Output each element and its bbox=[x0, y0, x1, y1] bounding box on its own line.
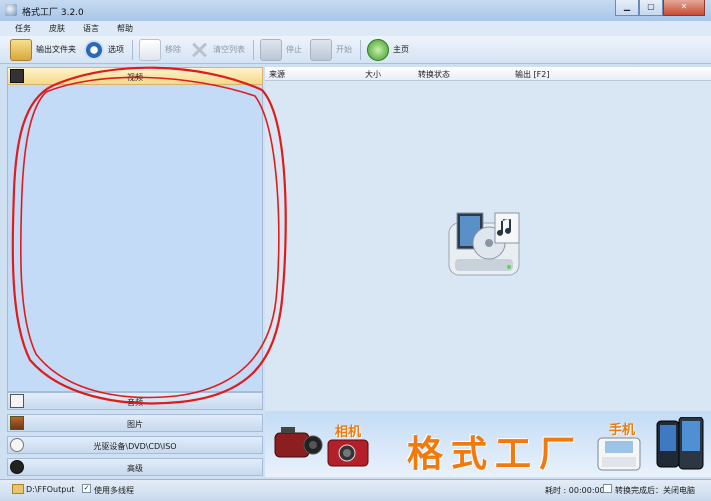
remove-label: 移除 bbox=[165, 45, 181, 54]
column-source[interactable]: 来源 bbox=[269, 69, 285, 80]
window-controls: ▁ ▢ ✕ bbox=[615, 0, 705, 16]
multithread-checkbox[interactable]: ✓ bbox=[82, 484, 91, 493]
app-window: 格式工厂 3.2.0 ▁ ▢ ✕ 任务 皮肤 语言 帮助 输出文件夹 选项 移除… bbox=[0, 0, 711, 501]
promo-banner: 相机 格式工厂 手机 bbox=[265, 411, 711, 477]
digital-camera-icon bbox=[327, 439, 369, 467]
output-path[interactable]: D:\FFOutput bbox=[26, 485, 75, 494]
folder-icon bbox=[12, 484, 24, 494]
output-folder-button[interactable]: 输出文件夹 bbox=[10, 38, 76, 62]
task-list-header: 来源 大小 转换状态 输出 [F2] bbox=[265, 67, 711, 81]
menu-help[interactable]: 帮助 bbox=[108, 21, 142, 36]
after-convert-label: 转换完成后：关闭电脑 bbox=[615, 486, 695, 495]
toolbar-separator bbox=[360, 39, 361, 60]
title-bar: 格式工厂 3.2.0 ▁ ▢ ✕ bbox=[0, 0, 711, 22]
window-title: 格式工厂 3.2.0 bbox=[22, 8, 84, 18]
column-output[interactable]: 输出 [F2] bbox=[515, 69, 549, 80]
category-advanced-label: 高级 bbox=[127, 464, 143, 473]
task-list[interactable]: 来源 大小 转换状态 输出 [F2] bbox=[265, 67, 711, 411]
elapsed-time: 耗时 : 00:00:00 bbox=[545, 486, 605, 495]
column-status[interactable]: 转换状态 bbox=[418, 69, 450, 80]
smartphone-icon bbox=[656, 417, 704, 470]
menu-language[interactable]: 语言 bbox=[74, 21, 108, 36]
banner-brand-text: 格式工厂 bbox=[407, 433, 584, 475]
stop-icon bbox=[260, 38, 282, 61]
clear-x-icon bbox=[189, 40, 209, 60]
clear-list-button[interactable]: 清空列表 bbox=[189, 38, 245, 62]
category-disc-label: 光驱设备\DVD\CD\ISO bbox=[93, 442, 177, 451]
close-button[interactable]: ✕ bbox=[663, 0, 705, 16]
options-icon bbox=[84, 39, 104, 60]
clear-list-label: 清空列表 bbox=[213, 45, 245, 54]
output-folder-label: 输出文件夹 bbox=[36, 45, 76, 54]
multithread-label: 使用多线程 bbox=[94, 486, 134, 495]
home-label: 主页 bbox=[393, 45, 409, 54]
category-disc[interactable]: 光驱设备\DVD\CD\ISO bbox=[7, 436, 263, 454]
options-button[interactable]: 选项 bbox=[84, 38, 124, 62]
folder-icon bbox=[10, 38, 32, 61]
remove-icon bbox=[139, 38, 161, 61]
camcorder-icon bbox=[274, 427, 323, 458]
menu-task[interactable]: 任务 bbox=[0, 21, 40, 36]
category-audio-label: 音频 bbox=[127, 398, 143, 407]
video-formats-list[interactable] bbox=[7, 85, 263, 392]
minimize-button[interactable]: ▁ bbox=[615, 0, 639, 16]
banner-camera-label: 相机 bbox=[335, 425, 362, 440]
category-picture[interactable]: 图片 bbox=[7, 414, 263, 432]
category-video[interactable]: 视频 bbox=[7, 67, 263, 85]
remove-button[interactable]: 移除 bbox=[139, 38, 181, 62]
category-video-label: 视频 bbox=[127, 73, 143, 82]
category-advanced[interactable]: 高级 bbox=[7, 458, 263, 476]
column-size[interactable]: 大小 bbox=[365, 69, 381, 80]
stop-button[interactable]: 停止 bbox=[260, 38, 302, 62]
format-factory-logo-icon bbox=[448, 212, 520, 276]
start-icon bbox=[310, 38, 332, 61]
start-button[interactable]: 开始 bbox=[310, 38, 352, 62]
toolbar-separator bbox=[132, 39, 133, 60]
category-panel: 视频 音频 图片 光驱设备\DVD\CD\ISO 高级 bbox=[7, 67, 263, 477]
app-icon bbox=[5, 4, 17, 16]
menu-bar: 任务 皮肤 语言 帮助 bbox=[0, 21, 711, 36]
toolbar-separator bbox=[253, 39, 254, 60]
stop-label: 停止 bbox=[286, 45, 302, 54]
toolbar: 输出文件夹 选项 移除 清空列表 停止 开始 主页 bbox=[0, 36, 711, 64]
status-bar: D:\FFOutput ✓ 使用多线程 耗时 : 00:00:00 转换完成后：… bbox=[0, 479, 711, 501]
home-globe-icon bbox=[367, 38, 389, 61]
category-audio[interactable]: 音频 bbox=[7, 392, 263, 410]
category-picture-label: 图片 bbox=[127, 420, 143, 429]
start-label: 开始 bbox=[336, 45, 352, 54]
handheld-device-icon bbox=[597, 437, 641, 471]
shutdown-checkbox[interactable] bbox=[603, 484, 612, 493]
maximize-button[interactable]: ▢ bbox=[639, 0, 663, 16]
home-button[interactable]: 主页 bbox=[367, 38, 409, 62]
banner-phone-label: 手机 bbox=[609, 423, 636, 438]
menu-skin[interactable]: 皮肤 bbox=[40, 21, 74, 36]
options-label: 选项 bbox=[108, 45, 124, 54]
